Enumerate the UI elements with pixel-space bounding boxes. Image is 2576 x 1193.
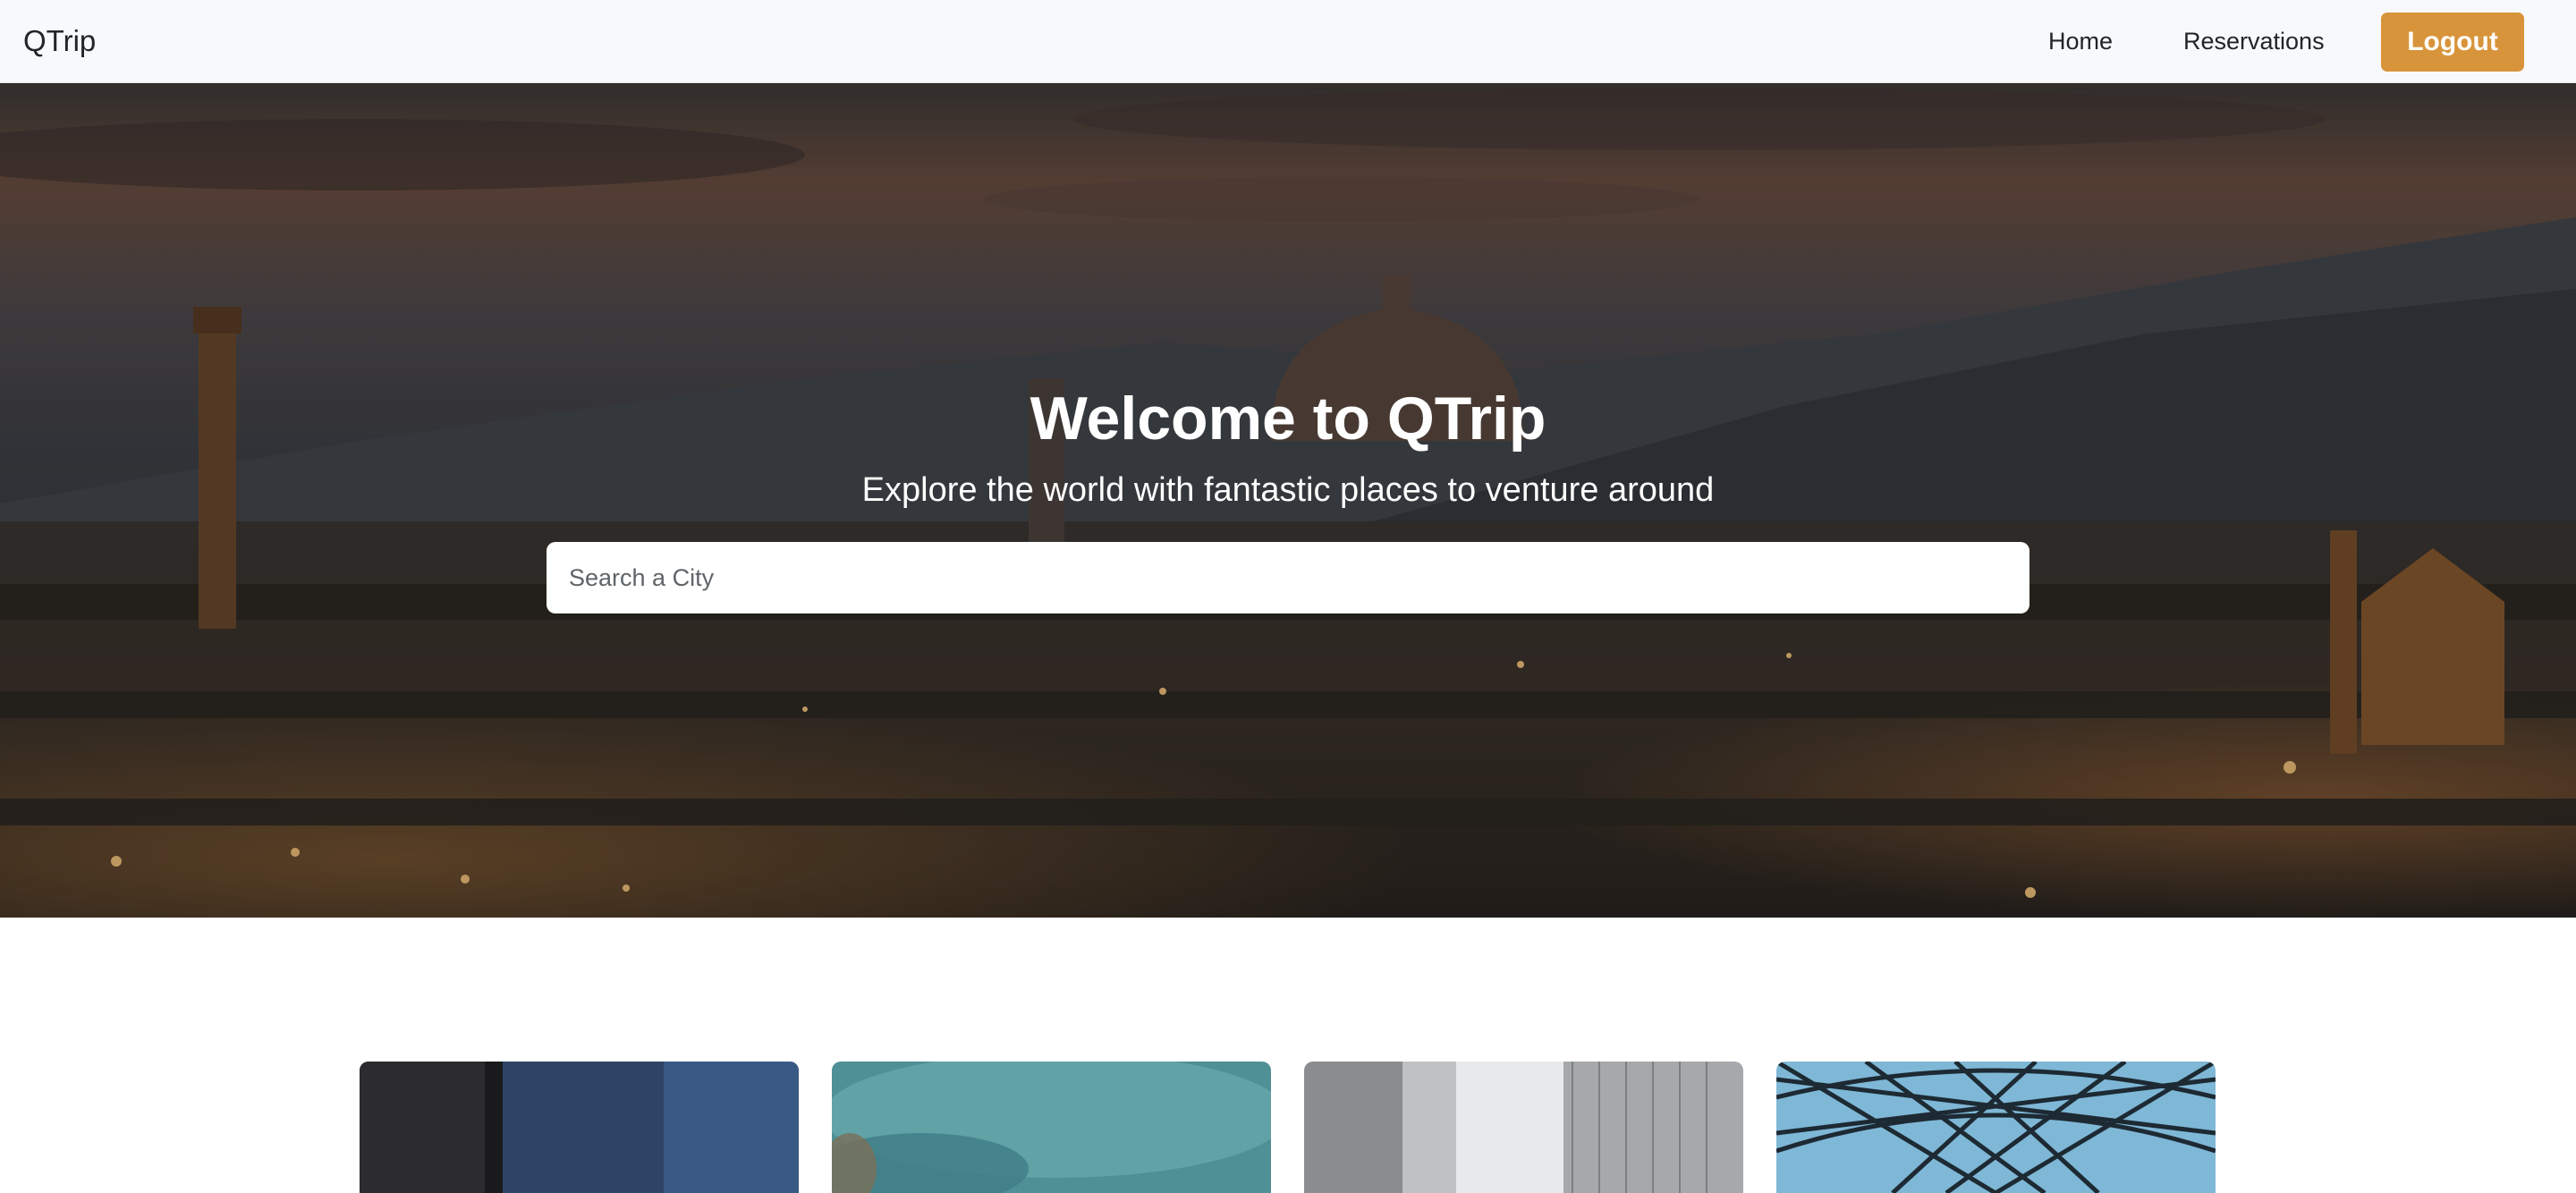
hero-section: Welcome to QTrip Explore the world with …: [0, 83, 2576, 918]
brand-logo[interactable]: QTrip: [23, 23, 96, 59]
turquoise-water-image: [832, 1062, 1271, 1193]
skyscrapers-image: [1304, 1062, 1743, 1193]
nav-link-reservations[interactable]: Reservations: [2183, 25, 2325, 57]
city-card[interactable]: [1304, 1062, 1743, 1193]
city-street-night-image: [360, 1062, 799, 1193]
hero-title: Welcome to QTrip: [1030, 385, 1546, 453]
logout-button[interactable]: Logout: [2381, 13, 2524, 72]
city-card[interactable]: [1776, 1062, 2216, 1193]
city-card[interactable]: [832, 1062, 1271, 1193]
hero-subtitle: Explore the world with fantastic places …: [861, 471, 1715, 509]
city-card[interactable]: [360, 1062, 799, 1193]
navbar: QTrip Home Reservations Logout: [0, 0, 2576, 83]
nav-link-home[interactable]: Home: [2048, 25, 2113, 57]
city-search-input[interactable]: [547, 542, 2029, 613]
glass-dome-image: [1776, 1062, 2216, 1193]
